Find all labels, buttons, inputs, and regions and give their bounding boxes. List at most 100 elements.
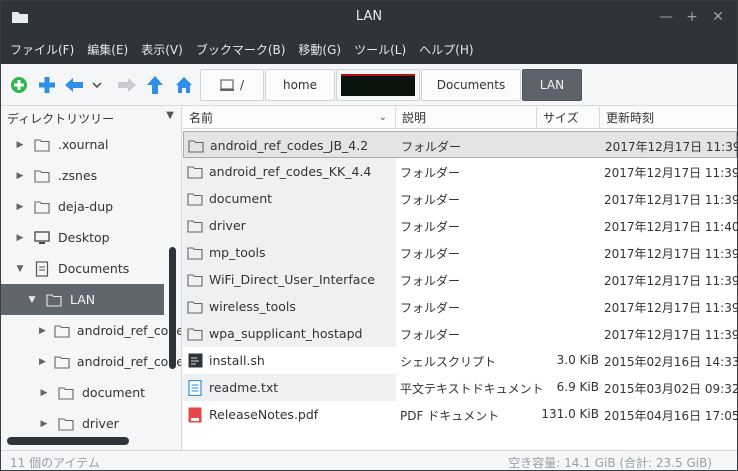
- file-size: 6.9 KiB: [556, 380, 599, 394]
- collapsed-arrow-icon[interactable]: ▶: [39, 419, 49, 429]
- tree-item[interactable]: ▶ deja-dup: [1, 191, 164, 222]
- file-row[interactable]: wpa_supplicant_hostapd フォルダー 2017年12月17日 1…: [183, 320, 737, 347]
- sidebar-horizontal-scrollbar[interactable]: [7, 437, 129, 445]
- folder-icon: [54, 354, 70, 370]
- column-header-name[interactable]: 名前 ⌄: [183, 107, 396, 129]
- file-modified: 2015年04月16日 17:05: [604, 409, 737, 423]
- menu-bookmarks[interactable]: ブックマーク(B): [196, 41, 286, 58]
- column-header-size[interactable]: サイズ: [537, 107, 600, 129]
- back-history-button[interactable]: [90, 74, 104, 96]
- tree-item-label: LAN: [70, 292, 96, 307]
- file-description: フォルダー: [401, 140, 462, 154]
- back-button[interactable]: [63, 74, 85, 96]
- file-name: install.sh: [209, 353, 265, 368]
- new-tab-button[interactable]: [8, 74, 30, 96]
- expanded-arrow-icon[interactable]: ▼: [15, 264, 25, 274]
- file-row[interactable]: mp_tools フォルダー 2017年12月17日 11:39: [183, 239, 737, 266]
- file-row[interactable]: install.sh シェルスクリプト 3.0 KiB 2015年02月16日 14:…: [183, 347, 737, 374]
- file-description: PDF ドキュメント: [400, 409, 500, 423]
- breadcrumb-user[interactable]: [336, 69, 420, 101]
- file-row[interactable]: android_ref_codes_KK_4.4 フォルダー 2017年12月17日…: [183, 158, 737, 185]
- folder-icon: [187, 245, 203, 261]
- menu-go[interactable]: 移動(G): [298, 41, 341, 58]
- collapsed-arrow-icon[interactable]: ▶: [15, 233, 25, 243]
- file-name: mp_tools: [209, 245, 266, 260]
- breadcrumb-home-label: home: [282, 78, 318, 92]
- breadcrumb-current-label: LAN: [539, 78, 565, 92]
- menu-file[interactable]: ファイル(F): [10, 41, 74, 58]
- file-row[interactable]: android_ref_codes_JB_4.2 フォルダー 2017年12月17日…: [183, 131, 737, 158]
- folder-icon: [187, 326, 203, 342]
- tree-item-label: driver: [82, 416, 119, 431]
- tree-item-label: android_ref_codes_JB_4.2: [76, 323, 181, 338]
- collapsed-arrow-icon[interactable]: ▶: [15, 202, 25, 212]
- collapsed-arrow-icon[interactable]: ▶: [39, 357, 46, 367]
- file-row[interactable]: readme.txt 平文テキストドキュメント 6.9 KiB 2015年03月02日…: [183, 374, 737, 401]
- file-name-cell: readme.txt: [183, 374, 396, 401]
- tree-item-label: android_ref_codes_KK_4.4: [76, 354, 181, 369]
- home-button[interactable]: [173, 74, 195, 96]
- minimize-icon[interactable]: —: [657, 8, 675, 26]
- file-row[interactable]: driver フォルダー 2017年12月17日 11:40: [183, 212, 737, 239]
- file-description: フォルダー: [400, 301, 461, 315]
- file-name-cell: android_ref_codes_KK_4.4: [183, 158, 396, 185]
- folder-icon: [33, 168, 51, 184]
- free-space: 空き容量: 14.1 GiB (合計: 23.5 GiB): [508, 456, 712, 470]
- file-name: android_ref_codes_JB_4.2: [210, 138, 369, 153]
- tree-item[interactable]: ▼ LAN: [1, 284, 164, 315]
- tree-item-label: Desktop: [58, 230, 110, 245]
- tree-item-label: .zsnes: [58, 168, 98, 183]
- file-row[interactable]: document フォルダー 2017年12月17日 11:39: [183, 185, 737, 212]
- collapsed-arrow-icon[interactable]: ▶: [39, 326, 46, 336]
- sidebar-vertical-scrollbar[interactable]: [169, 247, 176, 369]
- file-row[interactable]: wireless_tools フォルダー 2017年12月17日 11:39: [183, 293, 737, 320]
- file-modified: 2017年12月17日 11:39: [604, 301, 737, 315]
- menu-view[interactable]: 表示(V): [141, 41, 183, 58]
- new-window-button[interactable]: [36, 74, 58, 96]
- chevron-down-icon[interactable]: ▼: [166, 110, 174, 121]
- forward-button[interactable]: [116, 74, 138, 96]
- breadcrumb-current[interactable]: LAN: [522, 69, 582, 101]
- tree-item[interactable]: ▶ Desktop: [1, 222, 164, 253]
- tree-item-label: document: [82, 385, 146, 400]
- breadcrumb-documents[interactable]: Documents: [421, 69, 521, 101]
- tree-item[interactable]: ▶ android_ref_codes_JB_4.2: [1, 315, 181, 346]
- tree-item[interactable]: ▼ Documents: [1, 253, 164, 284]
- tree-item[interactable]: ▶ .xournal: [1, 129, 164, 160]
- plus-icon: [39, 77, 55, 93]
- expanded-arrow-icon[interactable]: ▼: [27, 295, 37, 305]
- breadcrumb-home[interactable]: home: [265, 69, 335, 101]
- breadcrumb-root[interactable]: /: [200, 69, 264, 101]
- folder-icon: [54, 323, 70, 339]
- file-row[interactable]: WiFi_Direct_User_Interface フォルダー 2017年12月1…: [183, 266, 737, 293]
- tree-item[interactable]: ▶ .zsnes: [1, 160, 164, 191]
- menu-edit[interactable]: 編集(E): [87, 41, 128, 58]
- menu-help[interactable]: ヘルプ(H): [419, 41, 473, 58]
- folder-icon: [45, 292, 63, 308]
- directory-tree-header[interactable]: ディレクトリツリー ▼: [1, 107, 181, 129]
- tree-item[interactable]: ▶ driver: [1, 408, 164, 439]
- collapsed-arrow-icon[interactable]: ▶: [15, 140, 25, 150]
- column-header-desc[interactable]: 説明: [396, 107, 537, 129]
- tree-item[interactable]: ▶ android_ref_codes_KK_4.4: [1, 346, 181, 377]
- document-icon: [33, 260, 51, 277]
- file-name-cell: wireless_tools: [183, 293, 396, 320]
- breadcrumb-documents-label: Documents: [436, 78, 506, 92]
- menu-tools[interactable]: ツール(L): [354, 41, 406, 58]
- maximize-icon[interactable]: +: [683, 8, 701, 26]
- parent-folder-button[interactable]: [144, 74, 166, 96]
- folder-icon: [187, 218, 203, 234]
- column-header-modified[interactable]: 更新時刻: [600, 107, 737, 129]
- breadcrumb-root-label: /: [239, 78, 245, 92]
- window-title: LAN: [355, 9, 383, 24]
- file-name: wireless_tools: [209, 299, 296, 314]
- file-row[interactable]: ReleaseNotes.pdf PDF ドキュメント 131.0 KiB 2015年…: [183, 401, 737, 428]
- home-icon: [176, 77, 192, 93]
- collapsed-arrow-icon[interactable]: ▶: [39, 388, 49, 398]
- file-manager-window: LAN — + ✕ ファイル(F) 編集(E) 表示(V) ブックマーク(B) …: [0, 0, 738, 471]
- column-header-desc-label: 説明: [402, 111, 427, 125]
- collapsed-arrow-icon[interactable]: ▶: [15, 171, 25, 181]
- close-icon[interactable]: ✕: [709, 8, 727, 26]
- tree-item[interactable]: ▶ document: [1, 377, 164, 408]
- pdf-icon: [187, 407, 203, 423]
